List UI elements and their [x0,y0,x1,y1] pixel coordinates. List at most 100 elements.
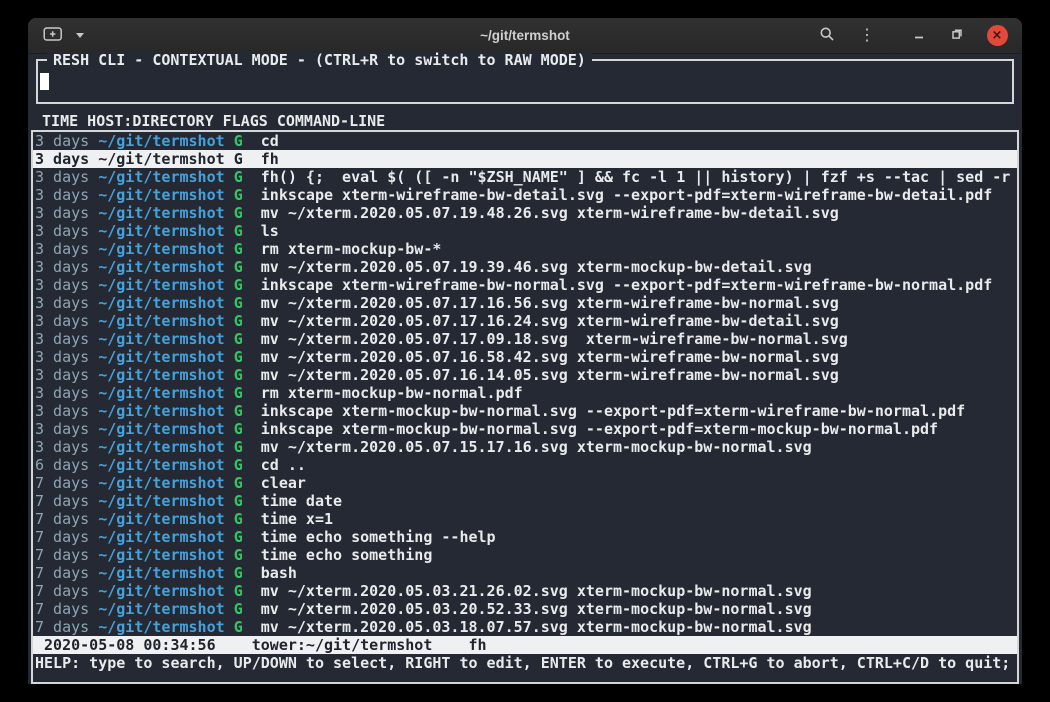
history-row[interactable]: 3 days ~/git/termshot G ls [33,222,1017,240]
row-flags: G [234,132,243,150]
row-command: fh [261,150,279,168]
search-button[interactable] [814,23,840,49]
row-command: rm xterm-mockup-bw-* [261,240,442,258]
help-bar: HELP: type to search, UP/DOWN to select,… [33,654,1017,672]
row-host-directory: ~/git/termshot [98,294,224,312]
history-row[interactable]: 3 days ~/git/termshot G mv ~/xterm.2020.… [33,366,1017,384]
resh-mode-label: RESH CLI - CONTEXTUAL MODE - (CTRL+R to … [47,51,592,69]
history-row[interactable]: 3 days ~/git/termshot G cd [33,132,1017,150]
row-time: 3 days [35,402,89,420]
search-icon [819,26,835,45]
row-time: 3 days [35,330,89,348]
row-flags: G [234,564,243,582]
row-host-directory: ~/git/termshot [98,510,224,528]
history-row[interactable]: 6 days ~/git/termshot G cd .. [33,456,1017,474]
history-row[interactable]: 3 days ~/git/termshot G rm xterm-mockup-… [33,384,1017,402]
history-row[interactable]: 7 days ~/git/termshot G mv ~/xterm.2020.… [33,618,1017,636]
history-row[interactable]: 3 days ~/git/termshot G inkscape xterm-w… [33,276,1017,294]
row-flags: G [234,240,243,258]
row-time: 3 days [35,294,89,312]
history-row[interactable]: 3 days ~/git/termshot G mv ~/xterm.2020.… [33,330,1017,348]
history-row[interactable]: 7 days ~/git/termshot G mv ~/xterm.2020.… [33,582,1017,600]
history-list: 3 days ~/git/termshot G cd3 days ~/git/t… [33,132,1017,636]
history-row[interactable]: 3 days ~/git/termshot G mv ~/xterm.2020.… [33,312,1017,330]
minimize-button[interactable] [906,23,932,49]
row-host-directory: ~/git/termshot [98,330,224,348]
row-command: mv ~/xterm.2020.05.07.19.39.46.svg xterm… [261,258,812,276]
chevron-down-icon [76,33,84,38]
row-host-directory: ~/git/termshot [98,240,224,258]
row-command: time x=1 [261,510,333,528]
row-command: mv ~/xterm.2020.05.03.20.52.33.svg xterm… [261,600,812,618]
row-flags: G [234,348,243,366]
row-command: mv ~/xterm.2020.05.03.18.07.57.svg xterm… [261,618,812,636]
row-flags: G [234,582,243,600]
minimize-icon [912,27,926,44]
history-row[interactable]: 7 days ~/git/termshot G time echo someth… [33,546,1017,564]
history-row[interactable]: 3 days ~/git/termshot G inkscape xterm-w… [33,186,1017,204]
history-row[interactable]: 3 days ~/git/termshot G mv ~/xterm.2020.… [33,258,1017,276]
column-headers: TIME HOST:DIRECTORY FLAGS COMMAND-LINE [31,112,1019,130]
menu-button[interactable]: ⋮ [854,23,880,49]
history-row[interactable]: 3 days ~/git/termshot G inkscape xterm-m… [33,402,1017,420]
row-time: 7 days [35,564,89,582]
row-command: mv ~/xterm.2020.05.07.15.17.16.svg xterm… [261,438,812,456]
row-host-directory: ~/git/termshot [98,258,224,276]
terminal-content[interactable]: RESH CLI - CONTEXTUAL MODE - (CTRL+R to … [28,54,1022,684]
row-host-directory: ~/git/termshot [98,132,224,150]
row-command: inkscape xterm-mockup-bw-normal.svg --ex… [261,402,965,420]
row-command: inkscape xterm-wireframe-bw-detail.svg -… [261,186,993,204]
resh-search-box[interactable]: RESH CLI - CONTEXTUAL MODE - (CTRL+R to … [36,59,1014,104]
row-time: 7 days [35,546,89,564]
history-row[interactable]: 3 days ~/git/termshot G rm xterm-mockup-… [33,240,1017,258]
kebab-menu-icon: ⋮ [859,28,875,44]
row-flags: G [234,528,243,546]
row-time: 3 days [35,348,89,366]
row-flags: G [234,420,243,438]
history-row[interactable]: 7 days ~/git/termshot G clear [33,474,1017,492]
close-button[interactable]: × [984,23,1010,49]
row-flags: G [234,384,243,402]
row-command: mv ~/xterm.2020.05.07.16.58.42.svg xterm… [261,348,839,366]
row-host-directory: ~/git/termshot [98,150,224,168]
history-row[interactable]: 3 days ~/git/termshot G mv ~/xterm.2020.… [33,294,1017,312]
history-row[interactable]: 7 days ~/git/termshot G time echo someth… [33,528,1017,546]
row-command: mv ~/xterm.2020.05.03.21.26.02.svg xterm… [261,582,812,600]
row-flags: G [234,438,243,456]
text-cursor [40,73,49,90]
history-row[interactable]: 7 days ~/git/termshot G time x=1 [33,510,1017,528]
row-flags: G [234,366,243,384]
row-host-directory: ~/git/termshot [98,348,224,366]
history-row[interactable]: 3 days ~/git/termshot G inkscape xterm-m… [33,420,1017,438]
row-flags: G [234,312,243,330]
restore-icon [950,27,964,44]
row-flags: G [234,150,243,168]
row-host-directory: ~/git/termshot [98,420,224,438]
row-command: mv ~/xterm.2020.05.07.17.16.56.svg xterm… [261,294,839,312]
row-host-directory: ~/git/termshot [98,222,224,240]
row-flags: G [234,276,243,294]
row-command: time date [261,492,342,510]
history-row[interactable]: 7 days ~/git/termshot G mv ~/xterm.2020.… [33,600,1017,618]
row-flags: G [234,600,243,618]
history-row[interactable]: 7 days ~/git/termshot G bash [33,564,1017,582]
history-row[interactable]: 3 days ~/git/termshot G mv ~/xterm.2020.… [33,348,1017,366]
row-time: 7 days [35,528,89,546]
history-row[interactable]: 3 days ~/git/termshot G mv ~/xterm.2020.… [33,438,1017,456]
history-row[interactable]: 3 days ~/git/termshot G mv ~/xterm.2020.… [33,204,1017,222]
row-time: 3 days [35,240,89,258]
titlebar: ~/git/termshot ⋮ × [28,18,1022,54]
row-flags: G [234,168,243,186]
row-flags: G [234,258,243,276]
row-time: 3 days [35,384,89,402]
row-flags: G [234,204,243,222]
restore-button[interactable] [944,23,970,49]
tab-dropdown-button[interactable] [66,23,92,49]
row-command: mv ~/xterm.2020.05.07.19.48.26.svg xterm… [261,204,839,222]
history-row[interactable]: 3 days ~/git/termshot G fh() {; eval $( … [33,168,1017,186]
new-tab-button[interactable] [40,23,66,49]
results-frame: 3 days ~/git/termshot G cd3 days ~/git/t… [31,130,1019,684]
row-time: 3 days [35,276,89,294]
history-row[interactable]: 7 days ~/git/termshot G time date [33,492,1017,510]
history-row[interactable]: 3 days ~/git/termshot G fh [33,150,1017,168]
